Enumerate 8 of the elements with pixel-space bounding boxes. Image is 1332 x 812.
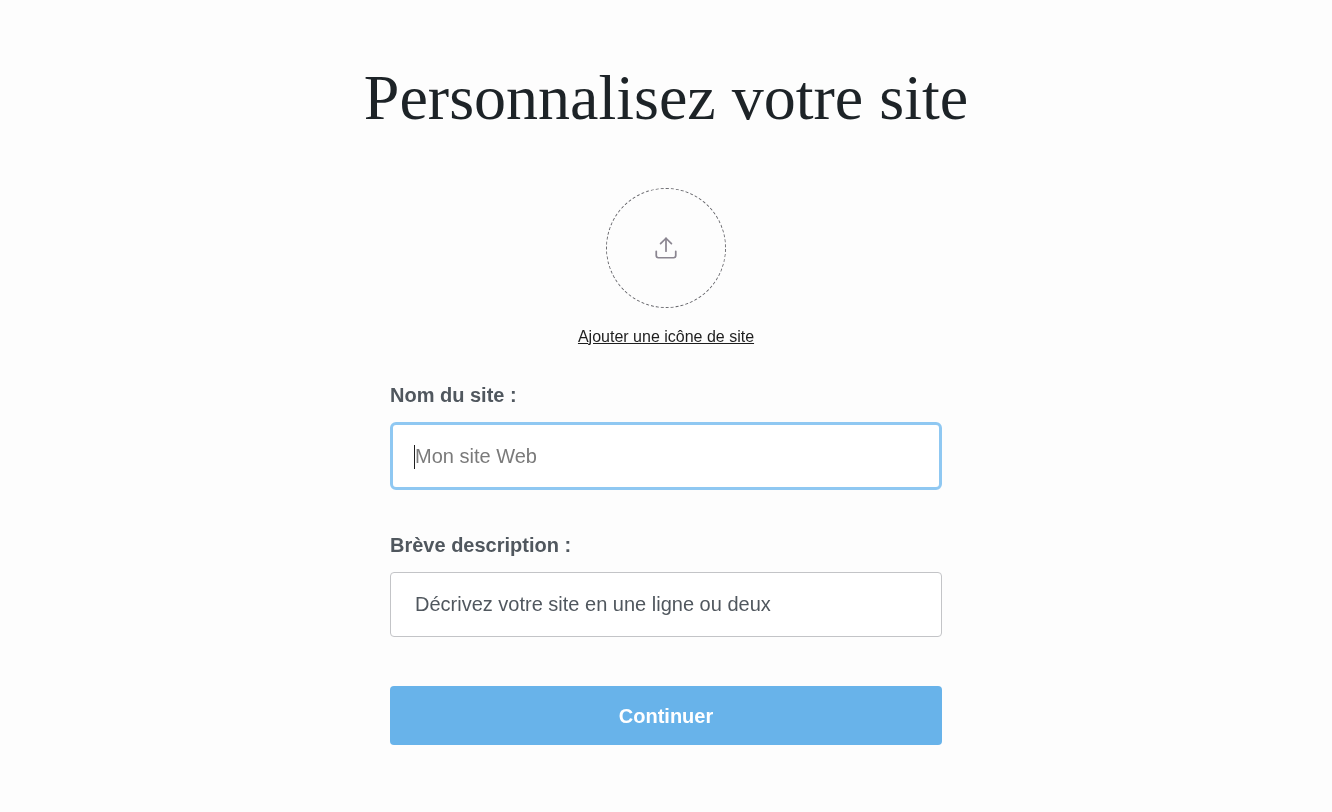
field-label: Brève description : [390, 533, 572, 557]
upload-icon [653, 235, 679, 261]
page-title: Personnalisez votre site [363, 66, 969, 130]
field-label: Nom du site : [390, 383, 517, 407]
text-cursor-icon [414, 445, 415, 469]
add-site-icon-link[interactable]: Ajouter une icône de site [577, 328, 755, 346]
text-field[interactable]: Décrivez votre site en une ligne ou deux [390, 572, 942, 637]
text-field[interactable]: Mon site Web [390, 422, 942, 490]
